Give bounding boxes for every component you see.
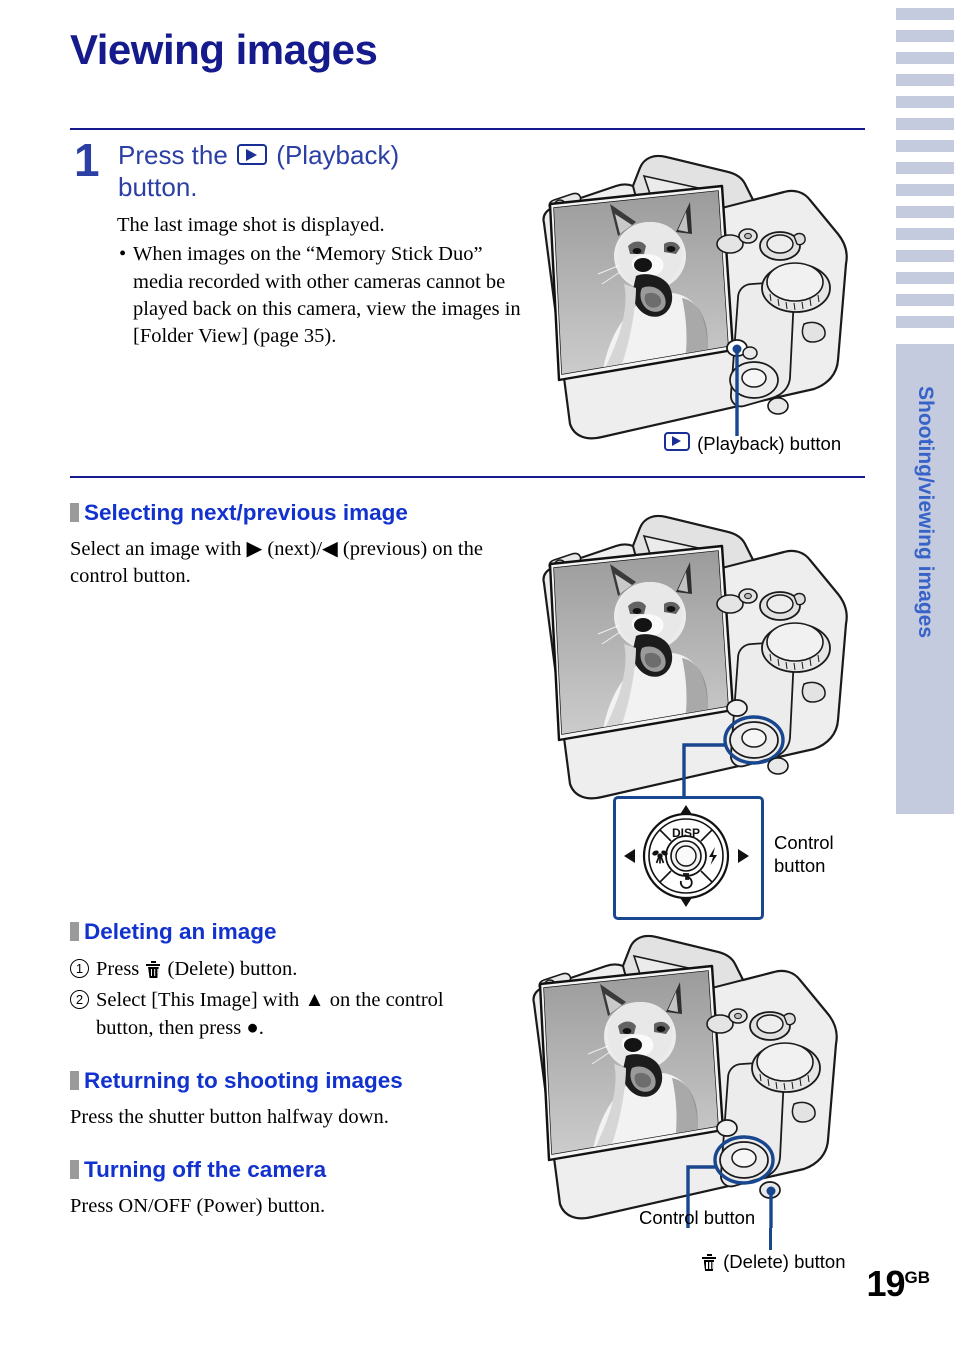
select-body-1: Select an image with (70, 538, 242, 560)
playback-button-caption-text: (Playback) button (697, 433, 842, 454)
page-number-suffix: GB (904, 1268, 931, 1287)
list-item: 2 Select [This Image] with ▲ on the cont… (70, 987, 500, 1043)
tab-mark (896, 228, 954, 240)
divider-middle (70, 476, 865, 478)
control-button-caption-line2: button (774, 855, 826, 877)
heading-selecting-image: Selecting next/previous image (70, 500, 408, 526)
step-number: 1 (74, 134, 100, 186)
heading-deleting-image: Deleting an image (70, 919, 277, 945)
delete-step1-after: (Delete) button. (167, 958, 298, 980)
control-button-detail-box: DISP (613, 796, 764, 920)
control-button-caption-2: Control button (639, 1207, 756, 1228)
step-body-bullet: When images on the “Memory Stick Duo” me… (117, 241, 527, 350)
right-arrow-icon (738, 849, 749, 863)
step-heading-text-3: button. (118, 171, 198, 202)
tab-mark (896, 316, 954, 328)
returning-shooting-body: Press the shutter button halfway down. (70, 1106, 389, 1128)
delete-button-caption-text: (Delete) button (723, 1251, 846, 1272)
page-title: Viewing images (70, 26, 378, 73)
delete-step2-text: Select [This Image] with ▲ on the contro… (96, 988, 444, 1039)
step-body-line: The last image shot is displayed. (117, 214, 385, 236)
tab-mark (896, 184, 954, 196)
camera-figure-playback (542, 154, 848, 440)
trash-icon (702, 1254, 716, 1271)
tab-mark (896, 206, 954, 218)
heading-turning-off: Turning off the camera (70, 1157, 326, 1183)
heading-deleting-image-text: Deleting an image (84, 919, 277, 944)
tab-mark (896, 294, 954, 306)
tab-mark (896, 162, 954, 174)
page-number: 19GB (866, 1263, 930, 1305)
camera-figure-delete (532, 934, 838, 1228)
delete-button-caption: (Delete) button (700, 1251, 846, 1273)
trash-icon (146, 961, 161, 978)
heading-turning-off-text: Turning off the camera (84, 1157, 327, 1182)
left-arrow-icon (624, 849, 635, 863)
heading-square-bullet (70, 1160, 79, 1179)
tab-mark (896, 118, 954, 130)
heading-returning-shooting-text: Returning to shooting images (84, 1068, 403, 1093)
step-heading: Press the (Playback) button. (118, 140, 518, 203)
tab-mark (896, 96, 954, 108)
prev-arrow-glyph: ◀ (322, 538, 338, 560)
control-button-caption-line1: Control (774, 832, 834, 853)
leader-line-delete-ext (769, 1228, 773, 1250)
step-circle-number: 1 (70, 959, 89, 978)
disp-label: DISP (672, 826, 700, 840)
step-circle-number: 2 (70, 989, 89, 1009)
playback-button-caption: (Playback) button (662, 432, 841, 455)
camera-figure-control (542, 514, 848, 808)
list-item: 1 Press (Delete) button. (70, 956, 500, 984)
control-button-caption: Control button (774, 831, 834, 877)
tab-mark (896, 250, 954, 262)
turning-off-body: Press ON/OFF (Power) button. (70, 1195, 326, 1217)
tab-mark (896, 52, 954, 64)
select-body-2: (next)/ (267, 538, 323, 560)
side-tab-text: Shooting/viewing images (914, 386, 937, 639)
heading-square-bullet (70, 922, 79, 941)
step-heading-text-2: (Playback) (276, 140, 400, 170)
page-number-value: 19 (866, 1263, 905, 1304)
tab-mark (896, 272, 954, 284)
playback-icon (664, 432, 690, 451)
playback-icon (237, 144, 268, 165)
heading-square-bullet (70, 1071, 79, 1090)
heading-selecting-image-text: Selecting next/previous image (84, 500, 408, 525)
side-tab-label: Shooting/viewing images (896, 380, 954, 800)
tab-mark (896, 74, 954, 86)
side-tab-ladder (896, 0, 954, 420)
next-arrow-glyph: ▶ (246, 538, 263, 560)
step-body: The last image shot is displayed. When i… (117, 212, 527, 350)
heading-square-bullet (70, 503, 79, 522)
step-heading-text-1: Press the (118, 140, 228, 170)
selecting-image-body: Select an image with ▶ (next)/◀ (previou… (70, 536, 500, 591)
tab-mark (896, 30, 954, 42)
delete-steps-list: 1 Press (Delete) button. 2 Select [This … (70, 956, 500, 1046)
delete-step1-before: Press (96, 958, 140, 980)
tab-mark (896, 8, 954, 20)
control-wheel-diagram: DISP (624, 805, 749, 907)
divider-top (70, 128, 865, 130)
heading-returning-shooting: Returning to shooting images (70, 1068, 403, 1094)
tab-mark (896, 140, 954, 152)
manual-page: Shooting/viewing images Viewing images 1… (0, 0, 954, 1357)
